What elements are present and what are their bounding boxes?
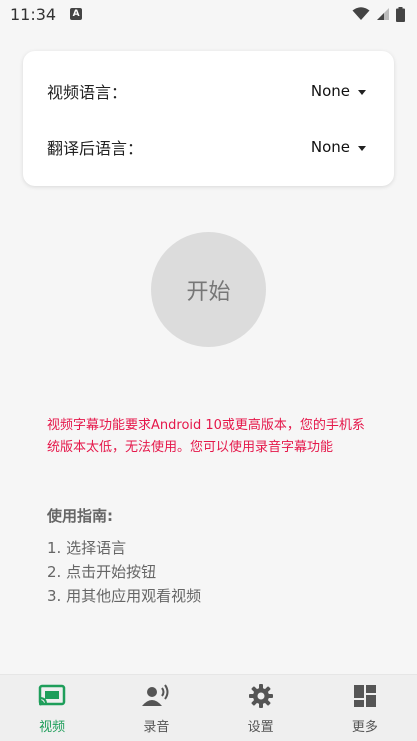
- nav-item-settings[interactable]: 设置: [221, 682, 301, 735]
- caret-down-icon: [358, 89, 366, 95]
- caret-down-icon: [358, 145, 366, 151]
- nav-label: 更多: [351, 719, 378, 735]
- nav-item-more[interactable]: 更多: [325, 682, 405, 735]
- guide-step: 3. 用其他应用观看视频: [47, 587, 202, 605]
- video-language-dropdown[interactable]: None: [311, 82, 366, 100]
- nav-item-recording[interactable]: 录音: [116, 682, 196, 735]
- status-left: 11:34 A: [10, 4, 83, 24]
- guide-step: 2. 点击开始按钮: [47, 563, 157, 581]
- status-right: [352, 6, 405, 22]
- gear-icon: [247, 682, 275, 710]
- dashboard-icon: [351, 682, 379, 710]
- version-warning-text: 视频字幕功能要求Android 10或更高版本，您的手机系统版本太低，无法使用。…: [47, 418, 365, 455]
- battery-icon: [396, 6, 405, 22]
- nav-label: 视频: [39, 719, 66, 735]
- translate-language-dropdown[interactable]: None: [311, 138, 366, 156]
- nav-label: 录音: [143, 719, 170, 735]
- nav-item-video[interactable]: 视频: [12, 682, 92, 735]
- video-language-row: 视频语言： None: [47, 76, 366, 106]
- translate-language-row: 翻译后语言： None: [47, 132, 366, 162]
- video-language-value: None: [310, 82, 350, 100]
- status-time: 11:34: [10, 4, 57, 24]
- notification-icon: A: [70, 8, 83, 20]
- status-bar: 11:34 A: [0, 0, 417, 28]
- translate-language-label: 翻译后语言：: [47, 139, 144, 158]
- cast-icon: [38, 682, 66, 710]
- start-button[interactable]: 开始: [151, 232, 266, 347]
- guide-steps: 1. 选择语言 2. 点击开始按钮 3. 用其他应用观看视频: [47, 536, 201, 608]
- language-settings-card: 视频语言： None 翻译后语言： None: [23, 51, 394, 186]
- bottom-nav: 视频 录音 设置 更多: [0, 674, 417, 741]
- nav-label: 设置: [247, 719, 274, 735]
- wifi-icon: [352, 7, 370, 20]
- guide-title: 使用指南:: [47, 507, 113, 525]
- guide-step: 1. 选择语言: [47, 539, 127, 557]
- video-language-label: 视频语言：: [47, 83, 128, 102]
- signal-icon: [377, 8, 389, 20]
- translate-language-value: None: [310, 138, 350, 156]
- voice-icon: [142, 682, 170, 710]
